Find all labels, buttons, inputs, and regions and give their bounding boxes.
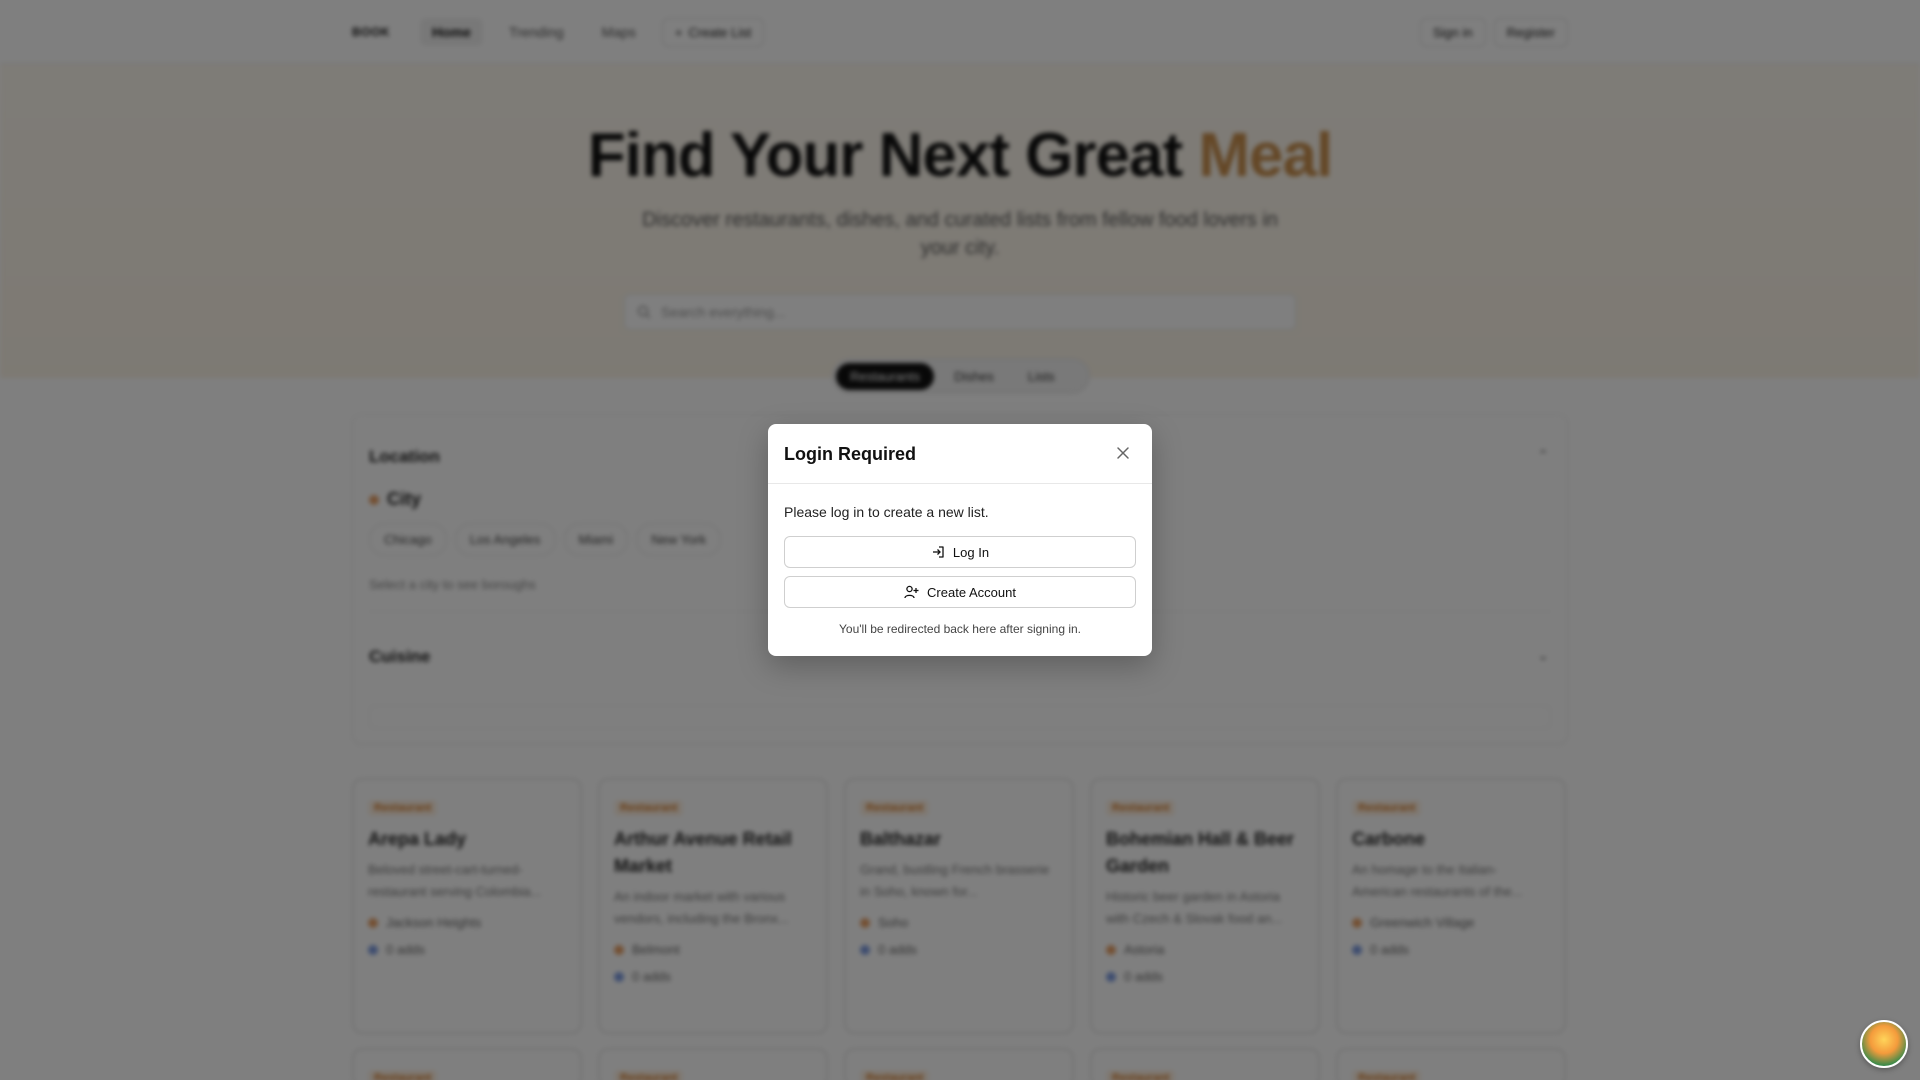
login-required-dialog: Login Required Please log in to create a…	[768, 424, 1152, 656]
user-plus-icon	[904, 585, 919, 599]
create-account-label: Create Account	[927, 584, 1016, 600]
log-in-label: Log In	[952, 544, 990, 560]
close-icon[interactable]	[1114, 444, 1132, 462]
dialog-title: Login Required	[784, 444, 916, 464]
redirect-note: You'll be redirected back here after sig…	[839, 622, 1081, 636]
log-in-button[interactable]: Log In	[784, 536, 1136, 568]
dialog-message: Please log in to create a new list.	[784, 504, 989, 520]
avatar[interactable]	[1860, 1020, 1908, 1068]
log-in-icon	[932, 546, 944, 558]
create-account-button[interactable]: Create Account	[784, 576, 1136, 608]
